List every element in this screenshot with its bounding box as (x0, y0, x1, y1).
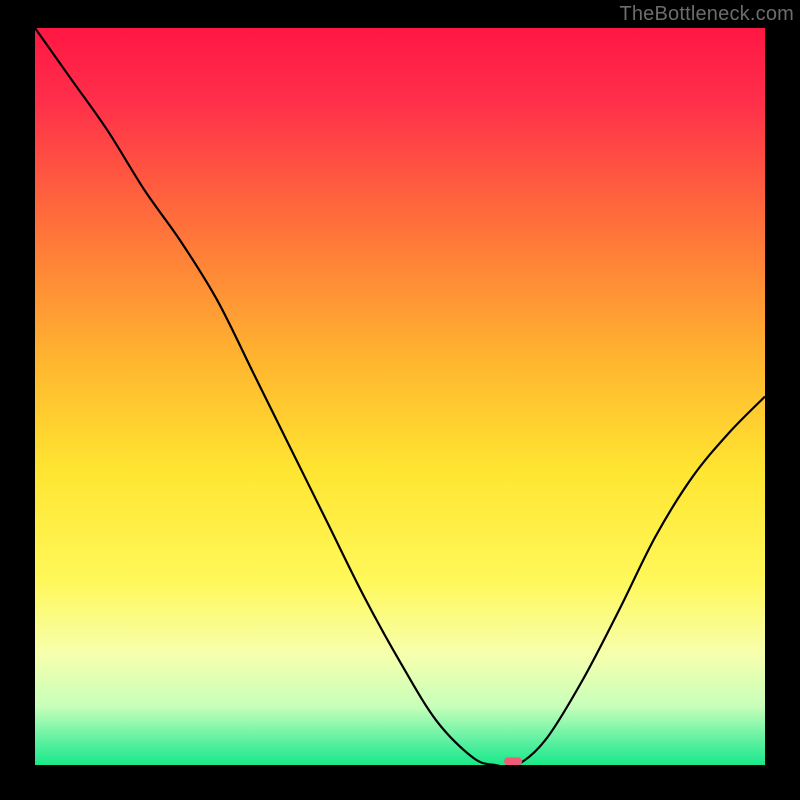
plot-area (35, 28, 765, 765)
watermark-text: TheBottleneck.com (619, 3, 794, 26)
chart-frame: TheBottleneck.com (0, 0, 800, 800)
chart-svg (35, 28, 765, 765)
gradient-fill-rect (35, 28, 765, 765)
highlight-marker (504, 757, 522, 765)
